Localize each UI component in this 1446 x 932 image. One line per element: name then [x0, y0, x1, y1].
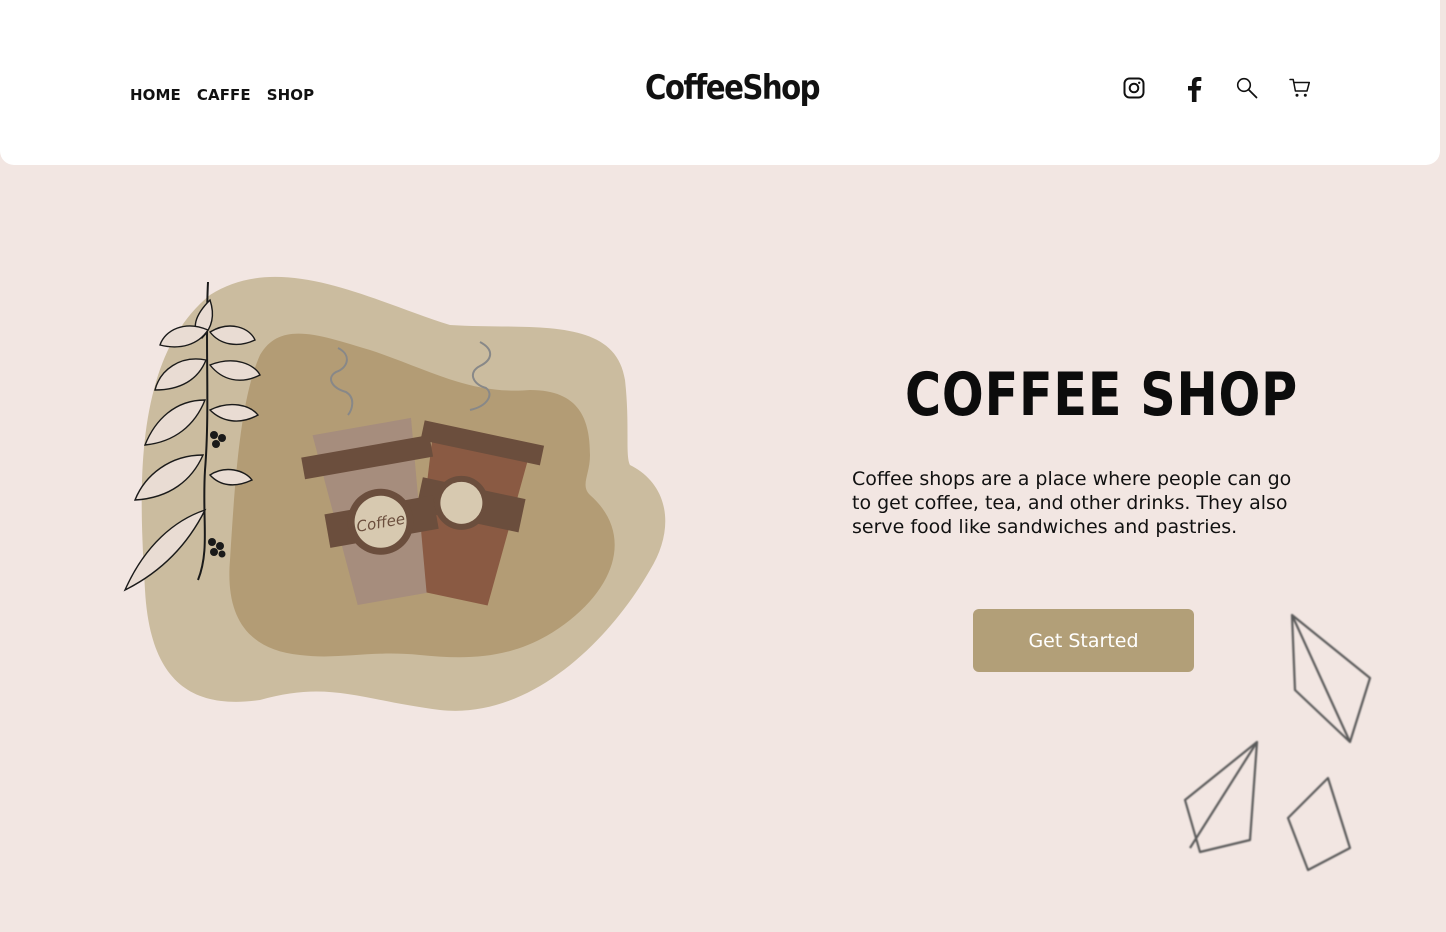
cart-icon[interactable]	[1289, 77, 1311, 99]
coffee-illustration: Coffee	[123, 276, 666, 711]
site-header: HOME CAFFE SHOP CoffeeShop	[0, 0, 1440, 165]
hero-description: Coffee shops are a place where people ca…	[852, 468, 1292, 538]
hero-title: COFFEE SHOP	[905, 360, 1299, 430]
decorative-crystals	[1183, 613, 1372, 872]
header-icons	[0, 74, 1440, 104]
instagram-icon[interactable]	[1123, 77, 1145, 99]
facebook-icon[interactable]	[1185, 76, 1203, 102]
search-icon[interactable]	[1236, 77, 1258, 99]
